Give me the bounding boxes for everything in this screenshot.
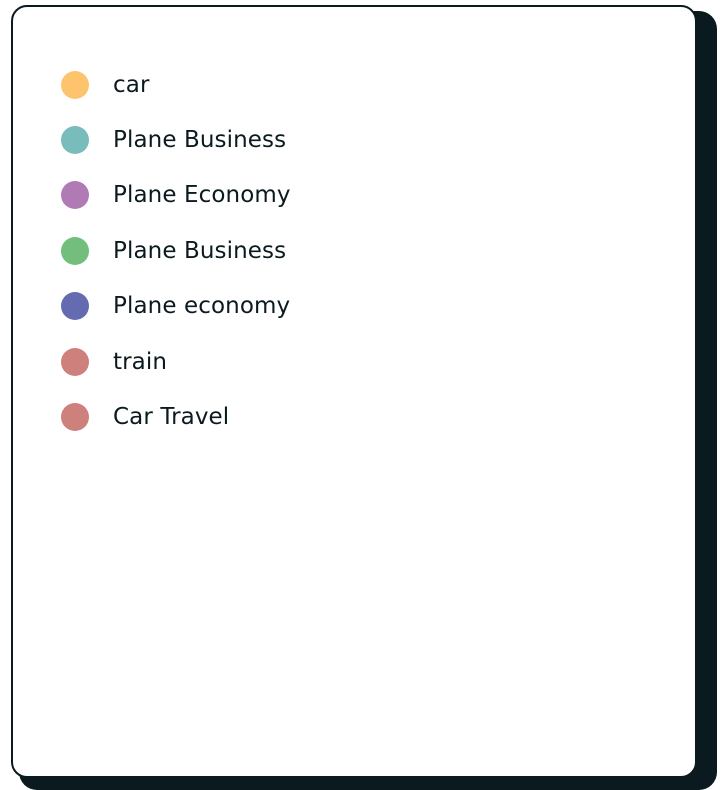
legend-card: car Plane Business Plane Economy Plane Busi…	[11, 5, 697, 778]
legend-item[interactable]: car	[61, 57, 291, 112]
legend-item-label: car	[113, 71, 150, 98]
legend-item[interactable]: Plane Economy	[61, 168, 291, 223]
legend-list: car Plane Business Plane Economy Plane Busi…	[61, 57, 291, 445]
legend-item-label: train	[113, 348, 168, 375]
legend-item-label: Plane Business	[113, 237, 287, 264]
legend-swatch-icon	[61, 292, 89, 321]
legend-swatch-icon	[61, 347, 89, 376]
legend-swatch-icon	[61, 236, 89, 265]
legend-item-label: Plane Business	[113, 127, 287, 154]
legend-item[interactable]: Plane Business	[61, 112, 291, 167]
legend-item[interactable]: Car Travel	[61, 389, 291, 444]
legend-item[interactable]: train	[61, 334, 291, 389]
legend-item[interactable]: Plane Business	[61, 223, 291, 278]
legend-swatch-icon	[61, 70, 89, 99]
legend-swatch-icon	[61, 126, 89, 155]
legend-swatch-icon	[61, 181, 89, 210]
legend-item-label: Plane economy	[113, 293, 291, 320]
legend-item[interactable]: Plane economy	[61, 279, 291, 334]
legend-item-label: Plane Economy	[113, 182, 291, 209]
legend-item-label: Car Travel	[113, 404, 230, 431]
legend-swatch-icon	[61, 403, 89, 432]
